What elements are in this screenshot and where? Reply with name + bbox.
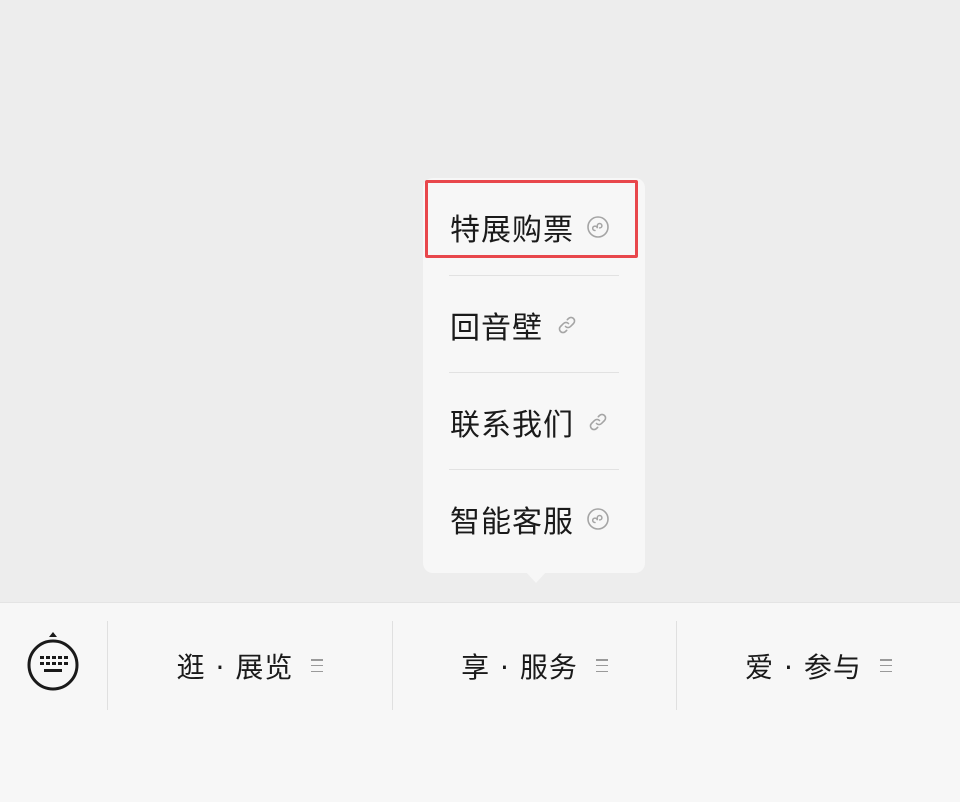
chat-screen: 特展购票 回音壁 联系我们 智能客服 逛 · 展览 享 · 服务 爱 · 参与 [0,0,960,802]
tab-label: 爱 · 参与 [745,650,862,684]
popup-pointer [525,571,547,583]
tab-label: 享 · 服务 [461,650,578,684]
mini-program-icon [586,215,610,239]
tab-browse-exhibitions[interactable]: 逛 · 展览 [108,621,392,710]
link-icon [555,313,579,337]
menu-item-special-exhibition-tickets[interactable]: 特展购票 [423,178,645,275]
service-submenu: 特展购票 回音壁 联系我们 智能客服 [423,178,645,573]
menu-item-smart-customer-service[interactable]: 智能客服 [423,470,645,567]
bottom-menu-bar: 逛 · 展览 享 · 服务 爱 · 参与 [0,602,960,802]
tab-services[interactable]: 享 · 服务 [393,621,676,710]
menu-item-label: 回音壁 [450,310,543,346]
menu-lines-icon [879,659,892,672]
menu-item-contact-us[interactable]: 联系我们 [423,373,645,470]
menu-item-echo-wall[interactable]: 回音壁 [423,276,645,373]
menu-item-label: 联系我们 [450,407,574,443]
mini-program-icon [586,507,610,531]
keyboard-icon [24,629,82,697]
tab-participate[interactable]: 爱 · 参与 [677,621,960,710]
menu-lines-icon [595,659,608,672]
link-icon [586,410,610,434]
menu-item-label: 智能客服 [450,504,574,540]
menu-lines-icon [311,659,324,672]
tab-label: 逛 · 展览 [176,650,294,684]
keyboard-toggle-button[interactable] [20,627,86,699]
menu-item-label: 特展购票 [450,212,574,248]
